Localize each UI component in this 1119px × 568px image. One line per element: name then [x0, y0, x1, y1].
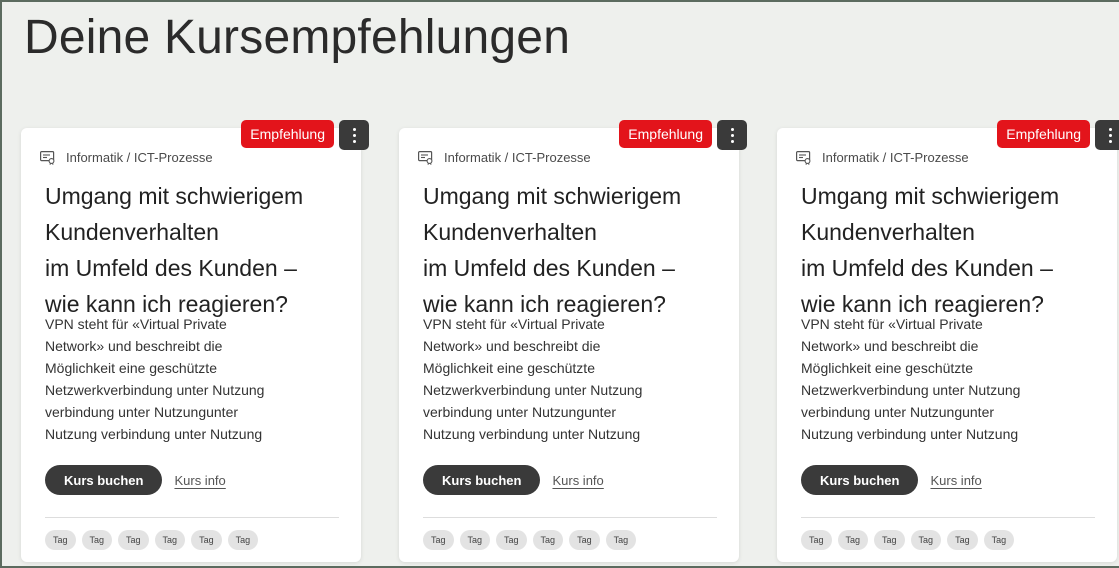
tag-chip[interactable]: Tag	[496, 530, 527, 550]
tag-chip[interactable]: Tag	[801, 530, 832, 550]
more-vertical-icon	[1108, 127, 1112, 131]
course-card: Empfehlung Informatik / ICT-Prozesse Umg…	[21, 120, 369, 562]
tag-chip[interactable]: Tag	[227, 530, 259, 550]
tag-chip[interactable]: Tag	[45, 530, 76, 550]
course-category: Informatik / ICT-Prozesse	[40, 150, 213, 165]
course-description: VPN steht für «Virtual Private Network» …	[423, 316, 643, 442]
tag-chip[interactable]: Tag	[983, 530, 1015, 550]
recommendation-badge: Empfehlung	[619, 120, 712, 148]
course-title[interactable]: Umgang mit schwierigem Kundenverhalten i…	[801, 178, 1101, 322]
course-card: Empfehlung Informatik / ICT-Prozesse Umg…	[777, 120, 1119, 562]
more-vertical-icon	[352, 127, 356, 131]
course-description: VPN steht für «Virtual Private Network» …	[801, 316, 1021, 442]
tag-list: Tag Tag Tag Tag Tag Tag	[45, 530, 259, 550]
card-actions: Kurs buchen Kurs info	[801, 465, 982, 495]
tag-chip[interactable]: Tag	[569, 530, 600, 550]
tag-chip[interactable]: Tag	[605, 530, 637, 550]
course-title[interactable]: Umgang mit schwierigem Kundenverhalten i…	[45, 178, 345, 322]
course-category-icon	[418, 150, 433, 165]
divider	[45, 517, 339, 518]
card-menu-button[interactable]	[1095, 120, 1119, 150]
divider	[801, 517, 1095, 518]
tag-chip[interactable]: Tag	[532, 530, 564, 550]
course-info-link[interactable]: Kurs info	[174, 473, 225, 488]
card-actions: Kurs buchen Kurs info	[423, 465, 604, 495]
category-label: Informatik / ICT-Prozesse	[444, 150, 591, 165]
course-title[interactable]: Umgang mit schwierigem Kundenverhalten i…	[423, 178, 723, 322]
book-course-button[interactable]: Kurs buchen	[801, 465, 919, 495]
tag-chip[interactable]: Tag	[874, 530, 905, 550]
divider	[423, 517, 717, 518]
course-category-icon	[796, 150, 811, 165]
tag-chip[interactable]: Tag	[191, 530, 222, 550]
tag-chip[interactable]: Tag	[910, 530, 942, 550]
course-category-icon	[40, 150, 55, 165]
card-menu-button[interactable]	[339, 120, 369, 150]
tag-chip[interactable]: Tag	[118, 530, 149, 550]
tag-chip[interactable]: Tag	[154, 530, 186, 550]
recommendations-panel: Deine Kursempfehlungen Empfehlung Inform…	[0, 0, 1119, 568]
category-label: Informatik / ICT-Prozesse	[66, 150, 213, 165]
recommendation-badge: Empfehlung	[241, 120, 334, 148]
course-info-link[interactable]: Kurs info	[930, 473, 981, 488]
course-category: Informatik / ICT-Prozesse	[418, 150, 591, 165]
card-menu-button[interactable]	[717, 120, 747, 150]
tag-list: Tag Tag Tag Tag Tag Tag	[801, 530, 1015, 550]
category-label: Informatik / ICT-Prozesse	[822, 150, 969, 165]
book-course-button[interactable]: Kurs buchen	[423, 465, 541, 495]
course-card: Empfehlung Informatik / ICT-Prozesse Umg…	[399, 120, 747, 562]
tag-chip[interactable]: Tag	[837, 530, 869, 550]
tag-chip[interactable]: Tag	[81, 530, 113, 550]
card-actions: Kurs buchen Kurs info	[45, 465, 226, 495]
recommendation-badge: Empfehlung	[997, 120, 1090, 148]
tag-chip[interactable]: Tag	[459, 530, 491, 550]
tag-chip[interactable]: Tag	[423, 530, 454, 550]
tag-list: Tag Tag Tag Tag Tag Tag	[423, 530, 637, 550]
course-description: VPN steht für «Virtual Private Network» …	[45, 316, 265, 442]
course-info-link[interactable]: Kurs info	[552, 473, 603, 488]
more-vertical-icon	[730, 127, 734, 131]
page-title: Deine Kursempfehlungen	[24, 11, 571, 64]
tag-chip[interactable]: Tag	[947, 530, 978, 550]
course-category: Informatik / ICT-Prozesse	[796, 150, 969, 165]
book-course-button[interactable]: Kurs buchen	[45, 465, 163, 495]
